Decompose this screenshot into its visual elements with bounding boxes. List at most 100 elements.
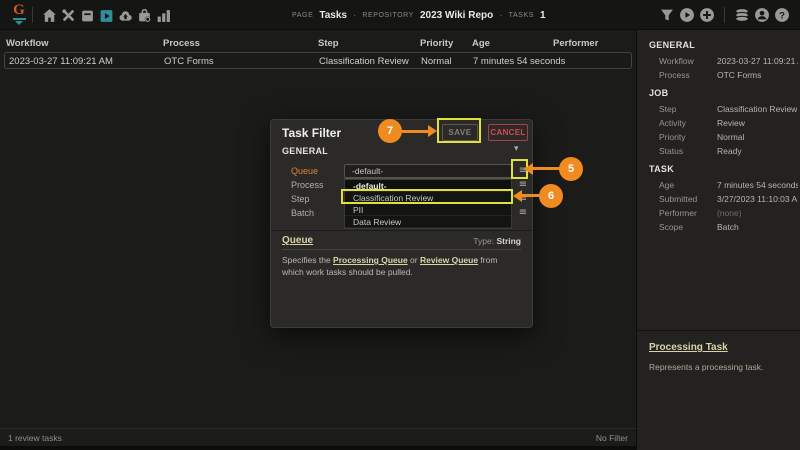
annotation-arrow-6 [522,194,540,197]
help-panel: Processing Task Represents a processing … [637,330,800,383]
breadcrumb-separator: · [499,10,502,21]
cell-priority: Normal [421,56,452,67]
help-title-link[interactable]: Processing Task [649,342,788,353]
detail-label: Submitted [659,194,717,205]
task-viewer-icon[interactable] [99,8,114,23]
annotation-step-6: 6 [539,184,563,208]
cell-workflow: 2023-03-27 11:09:21 AM [9,56,113,67]
help-icon[interactable]: ? [774,7,790,23]
detail-label: Step [659,104,717,115]
detail-value: OTC Forms [717,70,798,81]
annotation-step-5: 5 [559,157,583,181]
repository-label: REPOSITORY [362,12,414,19]
processing-queue-link[interactable]: Processing Queue [333,255,408,265]
cell-age: 7 minutes 54 seconds [473,56,565,67]
cloud-upload-icon[interactable] [118,8,133,23]
page-label: PAGE [292,12,313,19]
highlight-box-classification-review [341,189,513,204]
app-logo[interactable]: G [9,3,29,25]
detail-value: Batch [717,222,798,233]
archive-icon[interactable] [80,8,95,23]
account-icon[interactable] [754,7,770,23]
tasks-count: 1 [540,10,546,21]
column-header-performer[interactable]: Performer [553,38,598,49]
cancel-button[interactable]: CANCEL [488,124,528,141]
top-bar: G [0,0,800,30]
database-icon[interactable] [734,7,750,23]
task-filter-dialog: Task Filter SAVE CANCEL GENERAL ▾ Queue … [270,119,533,328]
section-title-general: GENERAL [637,40,800,52]
detail-row-scope: Scope Batch [637,220,800,234]
detail-row-age: Age 7 minutes 54 seconds [637,178,800,192]
detail-label: Activity [659,118,717,129]
detail-row-process: Process OTC Forms [637,68,800,82]
logo-underline [13,18,26,20]
dropdown-option-pii[interactable]: PII [345,204,511,216]
tasks-label: TASKS [509,12,534,19]
annotation-step-7: 7 [378,119,402,143]
queue-input[interactable]: -default- [344,164,512,178]
queue-dropdown: -default- Classification Review PII Data… [344,179,512,229]
detail-label: Workflow [659,56,717,67]
status-task-count: 1 review tasks [8,433,62,443]
topbar-divider [32,7,33,23]
annotation-arrowhead-7 [428,125,437,137]
topbar-actions-divider [724,7,725,23]
detail-label: Process [659,70,717,81]
annotation-arrow-5 [533,167,560,170]
logo-letter: G [9,3,29,18]
cell-process: OTC Forms [164,56,214,67]
details-panel: GENERAL Workflow 2023-03-27 11:09:21 AM … [636,30,800,450]
breadcrumb: PAGE Tasks · REPOSITORY 2023 Wiki Repo ·… [292,0,546,30]
add-icon[interactable] [699,7,715,23]
detail-value: 3/27/2023 11:10:03 AM [717,194,798,205]
column-header-step[interactable]: Step [318,38,339,49]
type-label: Type: [473,236,494,246]
dropdown-option-data-review[interactable]: Data Review [345,216,511,228]
tools-icon[interactable] [61,8,76,23]
stats-icon[interactable] [156,8,171,23]
column-header-priority[interactable]: Priority [420,38,453,49]
logo-caret-icon [15,21,23,25]
detail-row-status: Status Ready [637,144,800,158]
repository-value: 2023 Wiki Repo [420,10,493,21]
annotation-arrow-7 [402,130,429,133]
detail-label: Age [659,180,717,191]
dialog-divider [271,230,532,231]
review-queue-link[interactable]: Review Queue [420,255,478,265]
detail-label: Scope [659,222,717,233]
detail-value: Normal [717,132,798,143]
svg-text:?: ? [779,10,785,21]
field-label-queue: Queue [291,164,341,178]
detail-row-activity: Activity Review [637,116,800,130]
help-rule [282,249,521,250]
field-label-process: Process [291,178,341,192]
batch-menu-icon[interactable]: ≡ [517,206,529,220]
detail-value: Ready [717,146,798,157]
detail-value: 2023-03-27 11:09:21 AM [717,56,798,67]
description-text: or [408,255,420,265]
detail-row-priority: Priority Normal [637,130,800,144]
status-filter[interactable]: No Filter [596,433,628,443]
column-header-process[interactable]: Process [163,38,200,49]
field-label-batch: Batch [291,206,341,220]
column-header-workflow[interactable]: Workflow [6,38,49,49]
table-row[interactable]: 2023-03-27 11:09:21 AM OTC Forms Classif… [4,52,632,69]
annotation-arrowhead-6 [513,190,522,202]
work-queue-icon[interactable] [137,8,152,23]
highlight-box-save [437,118,481,143]
run-icon[interactable] [679,7,695,23]
home-icon[interactable] [42,8,57,23]
table-header: Workflow Process Step Priority Age Perfo… [0,38,636,52]
breadcrumb-separator: · [353,10,356,21]
detail-row-performer: Performer (none) [637,206,800,220]
filter-icon[interactable] [659,7,675,23]
chevron-down-icon[interactable]: ▾ [514,144,519,154]
detail-row-step: Step Classification Review [637,102,800,116]
help-description: Represents a processing task. [649,362,788,372]
section-title-job: JOB [637,88,800,100]
detail-value: (none) [717,208,798,219]
cell-step: Classification Review [319,56,409,67]
column-header-age[interactable]: Age [472,38,490,49]
description-text: Specifies the [282,255,333,265]
